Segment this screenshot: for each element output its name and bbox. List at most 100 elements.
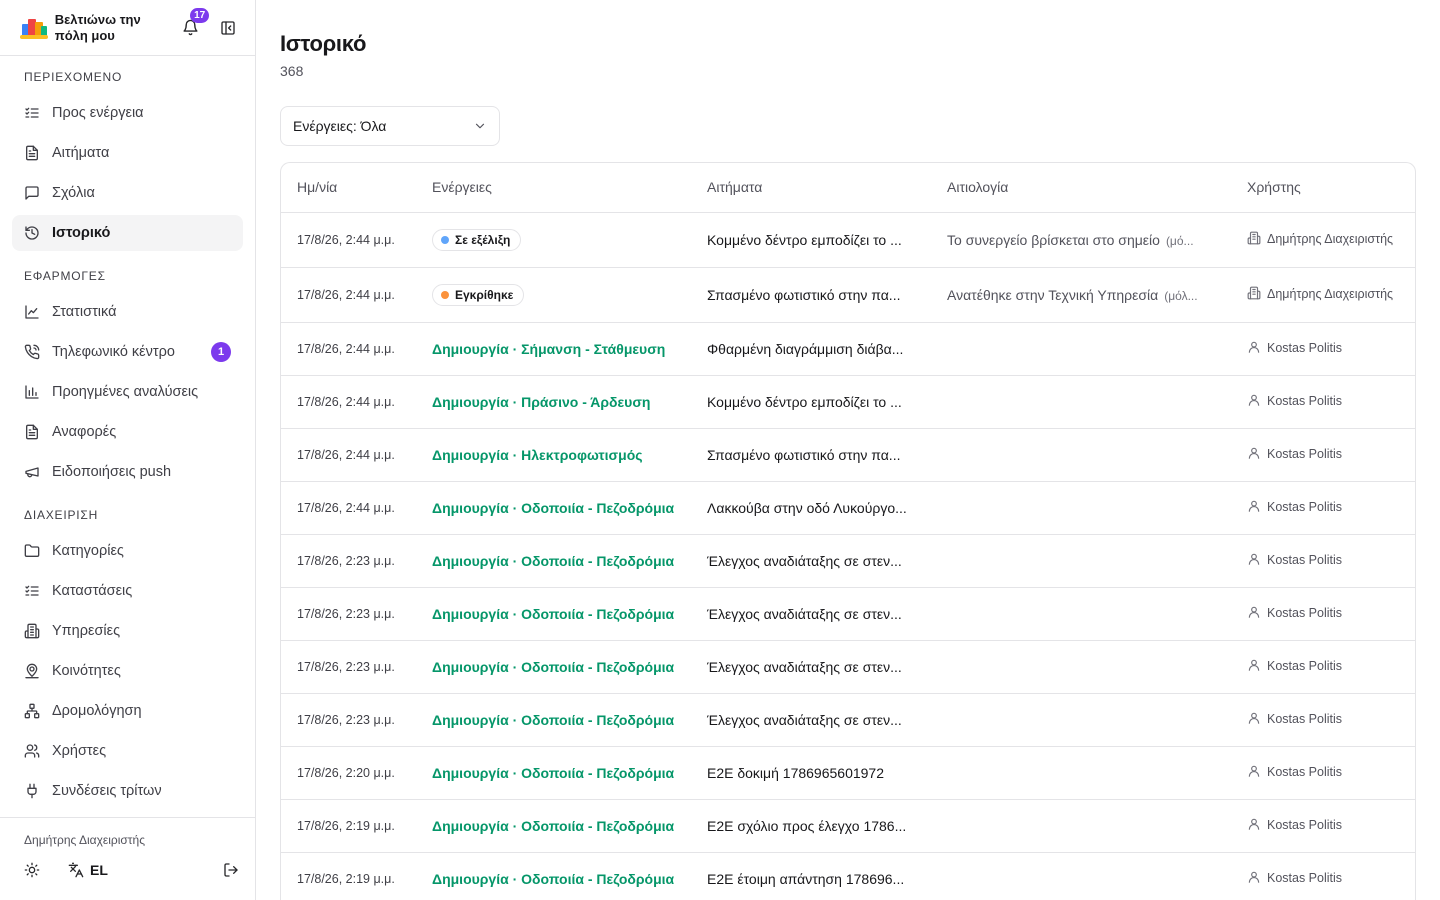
sidebar-item-network[interactable]: Δρομολόγηση bbox=[12, 693, 243, 729]
row-request-link[interactable]: Έλεγχος αναδιάταξης σε στεν... bbox=[691, 640, 931, 694]
sidebar-item-message-square[interactable]: Σχόλια bbox=[12, 175, 243, 211]
row-reason bbox=[931, 746, 1231, 800]
sidebar-item-file-text[interactable]: Αναφορές bbox=[12, 414, 243, 450]
status-badge: Εγκρίθηκε bbox=[432, 283, 525, 306]
row-action: Δημιουργία · Οδοποιία - Πεζοδρόμια bbox=[416, 799, 691, 853]
row-request-link[interactable]: Έλεγχος αναδιάταξης σε στεν... bbox=[691, 534, 931, 588]
sidebar-item-phone[interactable]: Τηλεφωνικό κέντρο 1 bbox=[12, 334, 243, 370]
sidebar-item-label: Προηγμένες αναλύσεις bbox=[52, 384, 199, 400]
sidebar-nav: ΠΕΡΙΕΧΟΜΕΝΟ Προς ενέργεια Αιτήματα Σχόλια Ισ… bbox=[0, 69, 255, 809]
sidebar-item-folder[interactable]: Κατηγορίες bbox=[12, 533, 243, 569]
row-date: 17/8/26, 2:23 μ.μ. bbox=[281, 640, 416, 694]
status-badge: Σε εξέλιξη bbox=[432, 228, 522, 251]
sidebar-item-plug[interactable]: Συνδέσεις τρίτων bbox=[12, 773, 243, 809]
user-name: Kostas Politis bbox=[1267, 499, 1343, 514]
table-row[interactable]: 17/8/26, 2:44 μ.μ. Δημιουργία · Οδοποιία … bbox=[281, 481, 1415, 535]
sidebar-item-history[interactable]: Ιστορικό bbox=[12, 215, 243, 251]
user-name: Δημήτρης Διαχειριστής bbox=[1267, 286, 1394, 301]
sidebar-item-label: Ιστορικό bbox=[52, 225, 111, 241]
notifications-button[interactable]: 17 bbox=[179, 7, 210, 40]
row-request-link[interactable]: Φθαρμένη διαγράμμιση διάβα... bbox=[691, 322, 931, 376]
sidebar-item-label: Κατηγορίες bbox=[52, 543, 124, 559]
sidebar-item-label: Δρομολόγηση bbox=[52, 703, 142, 719]
sidebar: Βελτιώνω την πόλη μου 17 ΠΕΡΙΕΧΟΜΕΝΟ Προς… bbox=[0, 0, 256, 900]
row-request-link[interactable]: Έλεγχος αναδιάταξης σε στεν... bbox=[691, 587, 931, 641]
sidebar-item-label: Προς ενέργεια bbox=[52, 105, 144, 121]
sidebar-item-line-chart[interactable]: Στατιστικά bbox=[12, 294, 243, 330]
sidebar-item-label: Αιτήματα bbox=[52, 145, 110, 161]
row-date: 17/8/26, 2:44 μ.μ. bbox=[281, 267, 416, 323]
row-date: 17/8/26, 2:23 μ.μ. bbox=[281, 587, 416, 641]
row-date: 17/8/26, 2:44 μ.μ. bbox=[281, 428, 416, 482]
row-request-link[interactable]: E2E έτοιμη απάντηση 178696... bbox=[691, 852, 931, 900]
table-row[interactable]: 17/8/26, 2:23 μ.μ. Δημιουργία · Οδοποιία … bbox=[281, 587, 1415, 641]
row-reason bbox=[931, 428, 1231, 482]
row-date: 17/8/26, 2:20 μ.μ. bbox=[281, 746, 416, 800]
sidebar-item-bar-chart[interactable]: Προηγμένες αναλύσεις bbox=[12, 374, 243, 410]
sidebar-item-users[interactable]: Χρήστες bbox=[12, 733, 243, 769]
row-date: 17/8/26, 2:19 μ.μ. bbox=[281, 852, 416, 900]
sidebar-item-file-text[interactable]: Αιτήματα bbox=[12, 135, 243, 171]
actions-filter-label: Ενέργειες: Όλα bbox=[293, 118, 387, 134]
row-user: Kostas Politis bbox=[1231, 640, 1415, 694]
table-row[interactable]: 17/8/26, 2:23 μ.μ. Δημιουργία · Οδοποιία … bbox=[281, 693, 1415, 747]
page-title: Ιστορικό bbox=[280, 31, 367, 56]
table-row[interactable]: 17/8/26, 2:44 μ.μ. Εγκρίθηκε Σπασμένο φωτι… bbox=[281, 267, 1415, 323]
row-request-link[interactable]: Σπασμένο φωτιστικό στην πα... bbox=[691, 267, 931, 323]
sidebar-item-megaphone[interactable]: Ειδοποιήσεις push bbox=[12, 454, 243, 490]
logout-button[interactable] bbox=[223, 862, 239, 878]
row-reason bbox=[931, 799, 1231, 853]
table-row[interactable]: 17/8/26, 2:44 μ.μ. Δημιουργία · Σήμανση -… bbox=[281, 322, 1415, 376]
row-request-link[interactable]: Κομμένο δέντρο εμποδίζει το ... bbox=[691, 375, 931, 429]
table-row[interactable]: 17/8/26, 2:44 μ.μ. Δημιουργία · Πράσινο -… bbox=[281, 375, 1415, 429]
table-row[interactable]: 17/8/26, 2:44 μ.μ. Δημιουργία · Ηλεκτροφω… bbox=[281, 428, 1415, 482]
row-request-link[interactable]: Έλεγχος αναδιάταξης σε στεν... bbox=[691, 693, 931, 747]
status-label: Εγκρίθηκε bbox=[455, 287, 514, 302]
row-action: Δημιουργία · Οδοποιία - Πεζοδρόμια bbox=[416, 852, 691, 900]
status-dot bbox=[441, 290, 449, 299]
row-request-link[interactable]: Κομμένο δέντρο εμποδίζει το ... bbox=[691, 212, 931, 268]
table-row[interactable]: 17/8/26, 2:19 μ.μ. Δημιουργία · Οδοποιία … bbox=[281, 799, 1415, 853]
user-icon bbox=[1247, 499, 1261, 516]
languages-icon bbox=[68, 862, 84, 878]
message-square-icon bbox=[24, 185, 40, 201]
sidebar-item-badge: 1 bbox=[211, 342, 231, 362]
user-name: Kostas Politis bbox=[1267, 393, 1343, 408]
actions-filter-select[interactable]: Ενέργειες: Όλα bbox=[280, 106, 500, 146]
user-name: Kostas Politis bbox=[1267, 711, 1343, 726]
sidebar-item-list-check[interactable]: Καταστάσεις bbox=[12, 573, 243, 609]
row-request-link[interactable]: Λακκούβα στην οδό Λυκούργο... bbox=[691, 481, 931, 535]
column-header-reason: Αιτιολογία bbox=[931, 163, 1231, 213]
user-icon bbox=[1247, 446, 1261, 463]
table-row[interactable]: 17/8/26, 2:23 μ.μ. Δημιουργία · Οδοποιία … bbox=[281, 640, 1415, 694]
row-date: 17/8/26, 2:44 μ.μ. bbox=[281, 481, 416, 535]
row-request-link[interactable]: E2E σχόλιο προς έλεγχο 1786... bbox=[691, 799, 931, 853]
collapse-sidebar-button[interactable] bbox=[216, 16, 239, 40]
sidebar-item-map-pin-user[interactable]: Κοινότητες bbox=[12, 653, 243, 689]
table-row[interactable]: 17/8/26, 2:44 μ.μ. Σε εξέλιξη Κομμένο δέντ… bbox=[281, 212, 1415, 268]
row-date: 17/8/26, 2:44 μ.μ. bbox=[281, 212, 416, 268]
sidebar-item-label: Αναφορές bbox=[52, 424, 117, 440]
table-row[interactable]: 17/8/26, 2:20 μ.μ. Δημιουργία · Οδοποιία … bbox=[281, 746, 1415, 800]
user-icon bbox=[1247, 870, 1261, 887]
user-name: Kostas Politis bbox=[1267, 658, 1343, 673]
language-code: EL bbox=[90, 862, 108, 878]
table-row[interactable]: 17/8/26, 2:19 μ.μ. Δημιουργία · Οδοποιία … bbox=[281, 852, 1415, 900]
theme-toggle-button[interactable] bbox=[24, 862, 40, 878]
language-button[interactable]: EL bbox=[68, 862, 108, 878]
current-user-name: Δημήτρης Διαχειριστής bbox=[24, 833, 146, 847]
row-request-link[interactable]: E2E δοκιμή 1786965601972 bbox=[691, 746, 931, 800]
list-check-icon bbox=[24, 105, 40, 121]
row-reason bbox=[931, 375, 1231, 429]
row-reason bbox=[931, 322, 1231, 376]
logout-icon bbox=[224, 863, 238, 877]
status-dot bbox=[441, 235, 449, 244]
sidebar-item-label: Χρήστες bbox=[52, 743, 107, 759]
sidebar-item-building[interactable]: Υπηρεσίες bbox=[12, 613, 243, 649]
notifications-badge: 17 bbox=[190, 7, 210, 23]
table-row[interactable]: 17/8/26, 2:23 μ.μ. Δημιουργία · Οδοποιία … bbox=[281, 534, 1415, 588]
row-request-link[interactable]: Σπασμένο φωτιστικό στην πα... bbox=[691, 428, 931, 482]
sidebar-item-list-check[interactable]: Προς ενέργεια bbox=[12, 95, 243, 131]
row-user: Kostas Politis bbox=[1231, 534, 1415, 588]
row-reason: Ανατέθηκε στην Τεχνική Υπηρεσία (μόλ... bbox=[931, 267, 1231, 323]
